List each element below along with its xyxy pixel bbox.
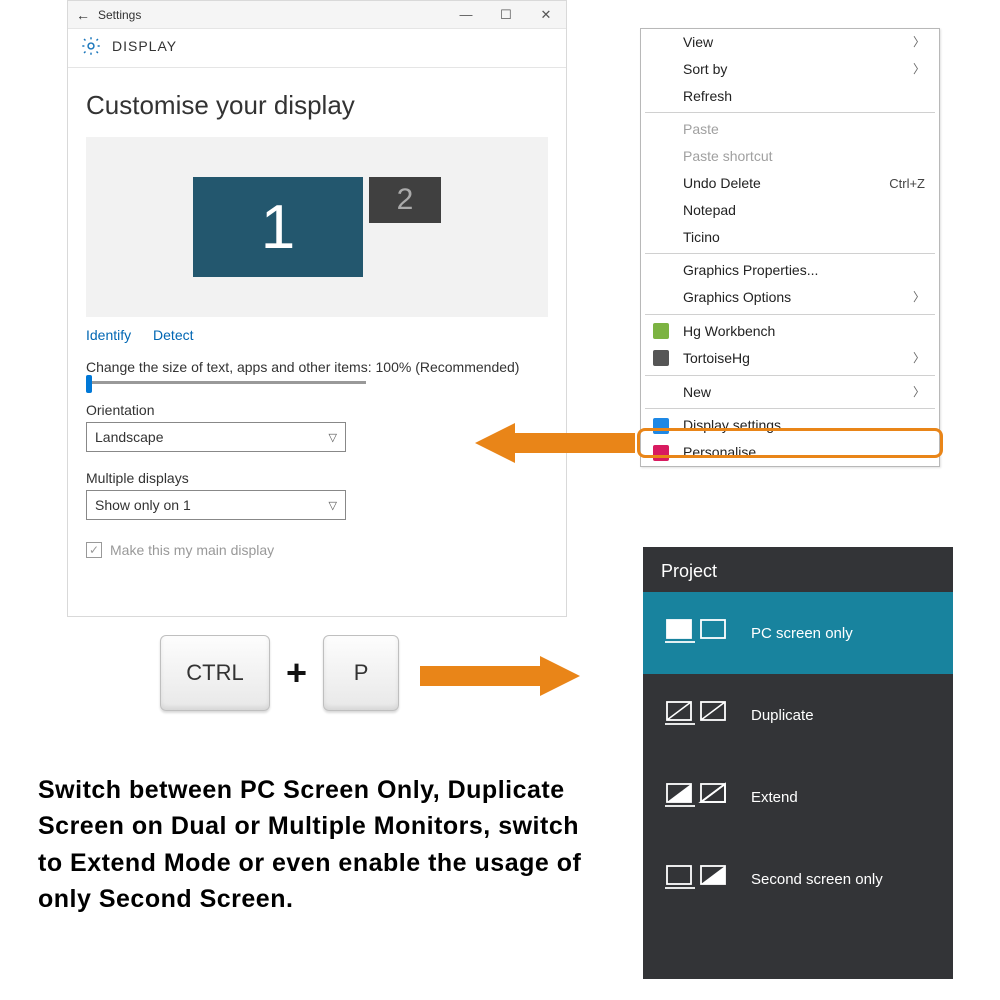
orientation-label: Orientation: [86, 402, 548, 418]
orientation-value: Landscape: [95, 429, 164, 445]
menu-item-label: Graphics Options: [683, 289, 791, 306]
menu-item-new[interactable]: New 〉: [641, 379, 939, 406]
close-button[interactable]: ✕: [526, 7, 566, 23]
menu-item-label: New: [683, 384, 711, 401]
menu-separator: [645, 408, 935, 409]
chevron-right-icon: 〉: [913, 290, 925, 304]
project-panel: Project PC screen only Duplicate Extend Sec…: [643, 547, 953, 979]
back-button[interactable]: ←: [68, 7, 98, 23]
tortoise-icon: [653, 350, 669, 366]
plus-sign: +: [286, 652, 307, 694]
window-titlebar: ← Settings — ☐ ✕: [68, 1, 566, 29]
hg-icon: [653, 323, 669, 339]
p-key: P: [323, 635, 399, 711]
menu-item-ticino[interactable]: Ticino: [641, 224, 939, 251]
menu-item-label: Notepad: [683, 202, 736, 219]
window-title: Settings: [98, 8, 446, 22]
multiple-displays-label: Multiple displays: [86, 470, 548, 486]
project-option-second-screen-only[interactable]: Second screen only: [643, 838, 953, 920]
menu-item-graphics-options[interactable]: Graphics Options 〉: [641, 284, 939, 311]
menu-item-paste-shortcut: Paste shortcut: [641, 143, 939, 170]
monitor-2[interactable]: 2: [369, 177, 441, 223]
personalise-icon: [653, 445, 669, 461]
project-option-label: Second screen only: [751, 871, 883, 888]
project-mode-icon: [665, 614, 729, 652]
main-display-label: Make this my main display: [110, 542, 274, 558]
menu-item-label: Ticino: [683, 229, 720, 246]
menu-item-hg-workbench[interactable]: Hg Workbench: [641, 318, 939, 345]
chevron-right-icon: 〉: [913, 351, 925, 365]
menu-item-personalise[interactable]: Personalise: [641, 439, 939, 466]
project-option-label: Extend: [751, 789, 798, 806]
menu-separator: [645, 375, 935, 376]
checkbox-icon[interactable]: ✓: [86, 542, 102, 558]
project-title: Project: [643, 547, 953, 592]
scale-slider[interactable]: [86, 381, 366, 384]
menu-item-label: Refresh: [683, 88, 732, 105]
menu-item-label: Paste shortcut: [683, 148, 773, 165]
desktop-context-menu: View 〉 Sort by 〉 Refresh Paste Paste shortcut U…: [640, 28, 940, 467]
gear-icon: [80, 35, 102, 57]
menu-item-label: Paste: [683, 121, 719, 138]
project-mode-icon: [665, 696, 729, 734]
menu-item-label: Personalise: [683, 444, 756, 461]
project-option-label: PC screen only: [751, 625, 853, 642]
identify-link[interactable]: Identify: [86, 327, 131, 343]
minimize-button[interactable]: —: [446, 7, 486, 22]
menu-item-label: Undo Delete: [683, 175, 761, 192]
menu-item-sort-by[interactable]: Sort by 〉: [641, 56, 939, 83]
project-mode-icon: [665, 778, 729, 816]
menu-separator: [645, 112, 935, 113]
menu-item-refresh[interactable]: Refresh: [641, 83, 939, 110]
menu-shortcut: Ctrl+Z: [889, 176, 925, 192]
chevron-right-icon: 〉: [913, 385, 925, 399]
main-display-checkbox-row[interactable]: ✓ Make this my main display: [86, 542, 548, 558]
menu-item-label: Sort by: [683, 61, 727, 78]
chevron-down-icon: ▽: [329, 431, 337, 444]
section-title: DISPLAY: [112, 38, 177, 54]
menu-separator: [645, 253, 935, 254]
page-heading: Customise your display: [86, 90, 548, 121]
menu-item-undo-delete[interactable]: Undo Delete Ctrl+Z: [641, 170, 939, 197]
menu-item-notepad[interactable]: Notepad: [641, 197, 939, 224]
caption-text: Switch between PC Screen Only, Duplicate…: [38, 772, 598, 917]
detect-link[interactable]: Detect: [153, 327, 193, 343]
monitor-1[interactable]: 1: [193, 177, 363, 277]
project-option-duplicate[interactable]: Duplicate: [643, 674, 953, 756]
keyboard-shortcut: CTRL + P: [160, 635, 399, 711]
settings-window: ← Settings — ☐ ✕ DISPLAY Customise your …: [67, 0, 567, 617]
orientation-dropdown[interactable]: Landscape ▽: [86, 422, 346, 452]
project-option-label: Duplicate: [751, 707, 814, 724]
maximize-button[interactable]: ☐: [486, 7, 526, 23]
menu-item-view[interactable]: View 〉: [641, 29, 939, 56]
menu-item-label: TortoiseHg: [683, 350, 750, 367]
project-mode-icon: [665, 860, 729, 898]
project-option-pc-screen-only[interactable]: PC screen only: [643, 592, 953, 674]
menu-item-label: Display settings: [683, 417, 781, 434]
chevron-right-icon: 〉: [913, 35, 925, 49]
menu-item-paste: Paste: [641, 116, 939, 143]
scale-label: Change the size of text, apps and other …: [86, 359, 548, 375]
menu-item-label: View: [683, 34, 713, 51]
arrow-right-icon: [420, 653, 580, 699]
display-icon: [653, 418, 669, 434]
menu-item-graphics-properties-[interactable]: Graphics Properties...: [641, 257, 939, 284]
chevron-down-icon: ▽: [329, 499, 337, 512]
menu-item-label: Hg Workbench: [683, 323, 775, 340]
monitor-preview[interactable]: 1 2: [86, 137, 548, 317]
menu-item-display-settings[interactable]: Display settings: [641, 412, 939, 439]
section-header: DISPLAY: [68, 29, 566, 68]
project-option-extend[interactable]: Extend: [643, 756, 953, 838]
menu-separator: [645, 314, 935, 315]
multiple-displays-value: Show only on 1: [95, 497, 191, 513]
multiple-displays-dropdown[interactable]: Show only on 1 ▽: [86, 490, 346, 520]
ctrl-key: CTRL: [160, 635, 270, 711]
chevron-right-icon: 〉: [913, 62, 925, 76]
menu-item-tortoisehg[interactable]: TortoiseHg 〉: [641, 345, 939, 372]
slider-thumb[interactable]: [86, 375, 92, 393]
menu-item-label: Graphics Properties...: [683, 262, 818, 279]
